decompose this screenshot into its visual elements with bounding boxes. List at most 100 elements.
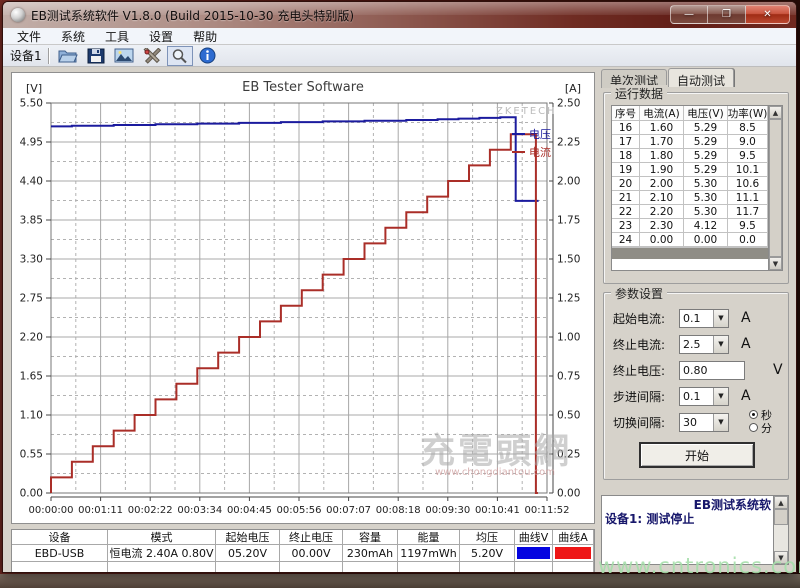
end-voltage-label: 终止电压: xyxy=(613,362,679,379)
end-current-unit: A xyxy=(741,336,751,352)
scrollbar-thumb[interactable] xyxy=(774,509,788,525)
open-file-button[interactable] xyxy=(55,46,81,66)
start-current-row: 起始电流: 0.1 ▼ A xyxy=(604,305,788,331)
chevron-down-icon[interactable]: ▼ xyxy=(713,310,728,327)
tab-auto-test[interactable]: 自动测试 xyxy=(668,68,734,87)
scroll-up-icon[interactable]: ▲ xyxy=(774,496,788,509)
cell: 5.30 xyxy=(684,177,728,191)
summary-header-cell: 终止电压 xyxy=(280,530,343,545)
chevron-down-icon[interactable]: ▼ xyxy=(713,414,728,431)
start-button[interactable]: 开始 xyxy=(640,443,754,467)
svg-text:2.50: 2.50 xyxy=(557,98,580,110)
svg-text:0.50: 0.50 xyxy=(557,410,580,422)
menu-settings[interactable]: 设置 xyxy=(139,27,183,46)
run-data-group-label: 运行数据 xyxy=(611,85,667,102)
cell: 0.00 xyxy=(640,233,684,247)
radio-minutes[interactable]: 分 xyxy=(749,421,772,434)
app-icon xyxy=(11,8,25,22)
step-interval-combo[interactable]: 0.1 ▼ xyxy=(679,387,729,406)
chart-watermark-url: www.chongdiantou.com xyxy=(420,467,570,478)
table-row[interactable]: 240.000.000.0 xyxy=(612,233,768,247)
cell: 19 xyxy=(612,163,640,177)
switch-interval-combo[interactable]: 30 ▼ xyxy=(679,413,729,432)
cell: 2.10 xyxy=(640,191,684,205)
end-current-combo[interactable]: 2.5 ▼ xyxy=(679,335,729,354)
scrollbar-track[interactable] xyxy=(774,509,788,551)
cell: 11.7 xyxy=(728,205,768,219)
title-bar[interactable]: EB测试系统软件 V1.8.0 (Build 2015-10-30 充电头特别版… xyxy=(3,2,796,28)
cell: 10.1 xyxy=(728,163,768,177)
step-interval-row: 步进间隔: 0.1 ▼ A xyxy=(604,383,788,409)
table-row[interactable]: 191.905.2910.1 xyxy=(612,163,768,177)
step-interval-value: 0.1 xyxy=(680,388,713,405)
voltage-line-swatch xyxy=(512,133,525,135)
minimize-button[interactable]: — xyxy=(670,5,708,24)
about-button[interactable] xyxy=(195,46,221,66)
scrollbar-thumb[interactable] xyxy=(769,119,782,257)
parameter-group: 参数设置 起始电流: 0.1 ▼ A 终止电流: 2.5 ▼ xyxy=(603,292,789,480)
left-axis-unit: [V] xyxy=(26,82,42,95)
zoom-button[interactable] xyxy=(167,46,193,66)
svg-text:4.95: 4.95 xyxy=(20,137,43,149)
table-row[interactable]: 222.205.3011.7 xyxy=(612,205,768,219)
run-data-scrollbar[interactable]: ▲ ▼ xyxy=(768,106,782,270)
chevron-down-icon[interactable]: ▼ xyxy=(713,388,728,405)
current-curve-color xyxy=(555,547,591,559)
svg-text:00:05:56: 00:05:56 xyxy=(277,505,322,516)
svg-text:3.30: 3.30 xyxy=(20,254,43,266)
svg-text:00:09:30: 00:09:30 xyxy=(425,505,470,516)
menu-file[interactable]: 文件 xyxy=(7,27,51,46)
site-watermark: www.cntronics.com xyxy=(598,554,796,578)
svg-text:00:01:11: 00:01:11 xyxy=(78,505,123,516)
device-label: 设备1 xyxy=(10,47,42,64)
svg-text:1.10: 1.10 xyxy=(20,410,43,422)
save-button[interactable] xyxy=(83,46,109,66)
summary-table-empty-row xyxy=(12,562,594,573)
cell: 22 xyxy=(612,205,640,219)
export-image-button[interactable] xyxy=(111,46,137,66)
table-row[interactable]: 202.005.3010.6 xyxy=(612,177,768,191)
legend-item-voltage: 电压 xyxy=(512,125,551,143)
end-voltage-field[interactable]: 0.80 xyxy=(679,361,745,380)
radio-unselected-icon[interactable] xyxy=(749,423,758,432)
table-row[interactable]: 232.304.129.5 xyxy=(612,219,768,233)
start-current-combo[interactable]: 0.1 ▼ xyxy=(679,309,729,328)
cell: 20 xyxy=(612,177,640,191)
folder-icon xyxy=(58,48,78,64)
table-row[interactable]: 181.805.299.5 xyxy=(612,149,768,163)
floppy-disk-icon xyxy=(87,48,105,64)
tools-button[interactable] xyxy=(139,46,165,66)
toolbar-separator xyxy=(48,48,49,64)
cell: 9.5 xyxy=(728,149,768,163)
table-row[interactable]: 161.605.298.5 xyxy=(612,121,768,135)
menu-help[interactable]: 帮助 xyxy=(183,27,227,46)
svg-text:1.75: 1.75 xyxy=(557,215,580,227)
image-icon xyxy=(114,48,134,63)
chevron-down-icon[interactable]: ▼ xyxy=(713,336,728,353)
radio-selected-icon[interactable] xyxy=(749,410,758,419)
table-row[interactable]: 212.105.3011.1 xyxy=(612,191,768,205)
svg-text:00:04:45: 00:04:45 xyxy=(227,505,272,516)
desktop: EB测试系统软件 V1.8.0 (Build 2015-10-30 充电头特别版… xyxy=(0,0,800,588)
info-icon xyxy=(199,47,216,64)
cell: 5.30 xyxy=(684,191,728,205)
cell: 23 xyxy=(612,219,640,233)
summary-header-cell: 模式 xyxy=(108,530,216,545)
scroll-down-icon[interactable]: ▼ xyxy=(769,257,782,270)
parameter-group-label: 参数设置 xyxy=(611,285,667,302)
summary-empty-cell xyxy=(460,562,515,573)
menu-tools[interactable]: 工具 xyxy=(95,27,139,46)
svg-text:1.00: 1.00 xyxy=(557,332,580,344)
table-row[interactable]: 171.705.299.0 xyxy=(612,135,768,149)
legend-label-current: 电流 xyxy=(529,144,551,160)
menu-system[interactable]: 系统 xyxy=(51,27,95,46)
summary-header-cell: 设备 xyxy=(12,530,108,545)
summary-table: 设备模式起始电压终止电压容量能量均压曲线V曲线A EBD-USB恒电流 2.40… xyxy=(11,529,595,573)
scrollbar-track[interactable] xyxy=(769,119,782,257)
close-button[interactable]: ✕ xyxy=(746,5,790,24)
maximize-button[interactable]: ❐ xyxy=(708,5,746,24)
run-data-table[interactable]: 序号电流(A)电压(V)功率(W)161.605.298.5171.705.29… xyxy=(611,105,783,271)
svg-text:00:03:34: 00:03:34 xyxy=(177,505,222,516)
scroll-up-icon[interactable]: ▲ xyxy=(769,106,782,119)
svg-text:00:10:41: 00:10:41 xyxy=(475,505,520,516)
